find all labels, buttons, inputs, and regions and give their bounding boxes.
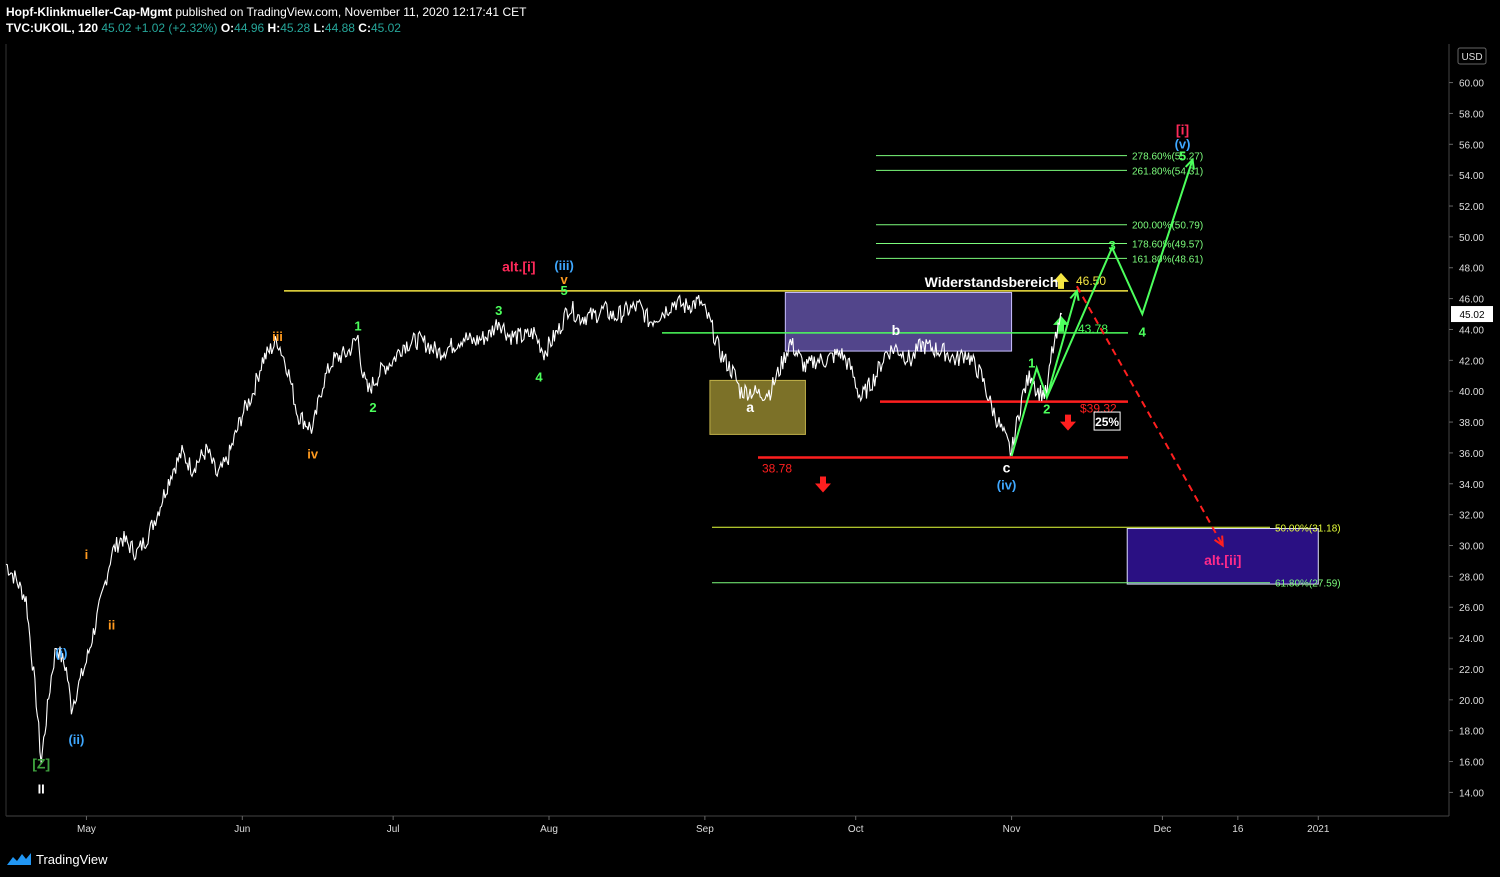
wave-annotation: iii [272,329,283,344]
wave-annotation: (v) [1175,136,1191,151]
wave-annotation: (iv) [997,477,1017,492]
wave-annotation: (i) [55,646,67,661]
fib-level-label: 261.80%(54.31) [1132,166,1203,177]
a-zone [709,379,806,435]
fib-level-label: 50.00%(31.18) [1275,523,1341,534]
wave-annotation: iv [307,446,319,461]
y-tick-label: 42.00 [1459,356,1484,367]
wave-annotation: b [892,322,901,338]
fib-level-label: 178.60%(49.57) [1132,240,1203,251]
x-tick-label: 2021 [1307,824,1330,835]
wave-annotation: (iii) [554,258,574,273]
down-arrow-icon [1060,414,1076,431]
y-tick-label: 14.00 [1459,788,1484,799]
wave-annotation: alt.[ii] [1204,552,1241,568]
wave-annotation: 2 [369,400,376,415]
wave-annotation: II [38,781,45,796]
y-tick-label: 22.00 [1459,665,1484,676]
fib-level-label: 200.00%(50.79) [1132,221,1203,232]
x-tick-label: Nov [1003,824,1021,835]
y-tick-label: 52.00 [1459,202,1484,213]
fib-level-label: 161.80%(48.61) [1132,254,1203,265]
y-tick-label: 48.00 [1459,264,1484,275]
wave-annotation: 1 [1028,355,1035,370]
x-tick-label: 16 [1232,824,1244,835]
wave-annotation: 3 [495,303,502,318]
y-tick-label: 54.00 [1459,171,1484,182]
wave-annotation: [i] [1176,121,1189,137]
wave-annotation: i [85,547,89,562]
tradingview-logo-icon [7,853,31,865]
wave-annotation: 25% [1095,415,1119,429]
wave-annotation: 4 [535,369,543,384]
fib-level-label: 61.80%(27.59) [1275,579,1341,590]
x-tick-label: Jun [234,824,250,835]
wave-annotation: Widerstandsbereich [925,274,1059,290]
wave-annotation: alt.[i] [502,259,535,275]
wave-annotation: 2 [1043,402,1050,417]
wave-annotation: c [1003,459,1011,475]
x-tick-label: May [77,824,96,835]
wave-annotation: [Z] [32,756,50,772]
wave-annotation: a [746,399,754,415]
bullish-projection-path [1010,290,1078,457]
tradingview-brand: TradingView [36,851,108,867]
tradingview-footer[interactable]: TradingView [6,849,108,869]
y-tick-label: 24.00 [1459,634,1484,645]
y-tick-label: 60.00 [1459,79,1484,90]
y-tick-label: 40.00 [1459,387,1484,398]
wave-annotation: 5 [560,283,567,298]
level-label: 46.50 [1076,274,1106,288]
y-tick-label: 30.00 [1459,542,1484,553]
x-tick-label: Jul [387,824,400,835]
price-chart[interactable]: USD 14.00 16.00 18.00 20.00 22.00 24.00 26.00 28… [0,0,1500,877]
y-tick-label: 36.00 [1459,449,1484,460]
wave-annotation: (ii) [68,732,84,747]
wave-annotation: 1 [354,318,361,333]
currency-label: USD [1461,52,1482,63]
wave-annotation: 4 [1139,325,1147,340]
x-tick-label: Oct [848,824,864,835]
y-tick-label: 20.00 [1459,696,1484,707]
x-tick-label: Sep [696,824,714,835]
y-tick-label: 28.00 [1459,572,1484,583]
price-series-line [5,294,1063,764]
down-arrow-icon [815,476,831,493]
y-tick-label: 34.00 [1459,480,1484,491]
y-tick-label: 46.00 [1459,295,1484,306]
y-tick-label: 56.00 [1459,140,1484,151]
wave-annotation: 3 [1109,238,1116,253]
last-price-tag-label: 45.02 [1459,310,1484,321]
y-tick-label: 16.00 [1459,758,1484,769]
y-tick-label: 32.00 [1459,511,1484,522]
wave-annotation: ii [108,618,115,633]
y-tick-label: 26.00 [1459,603,1484,614]
y-tick-label: 38.00 [1459,418,1484,429]
y-tick-label: 50.00 [1459,233,1484,244]
x-tick-label: Aug [540,824,558,835]
y-tick-label: 44.00 [1459,325,1484,336]
x-tick-label: Dec [1154,824,1172,835]
level-label: 38.78 [762,462,792,476]
y-tick-label: 18.00 [1459,727,1484,738]
y-tick-label: 58.00 [1459,109,1484,120]
